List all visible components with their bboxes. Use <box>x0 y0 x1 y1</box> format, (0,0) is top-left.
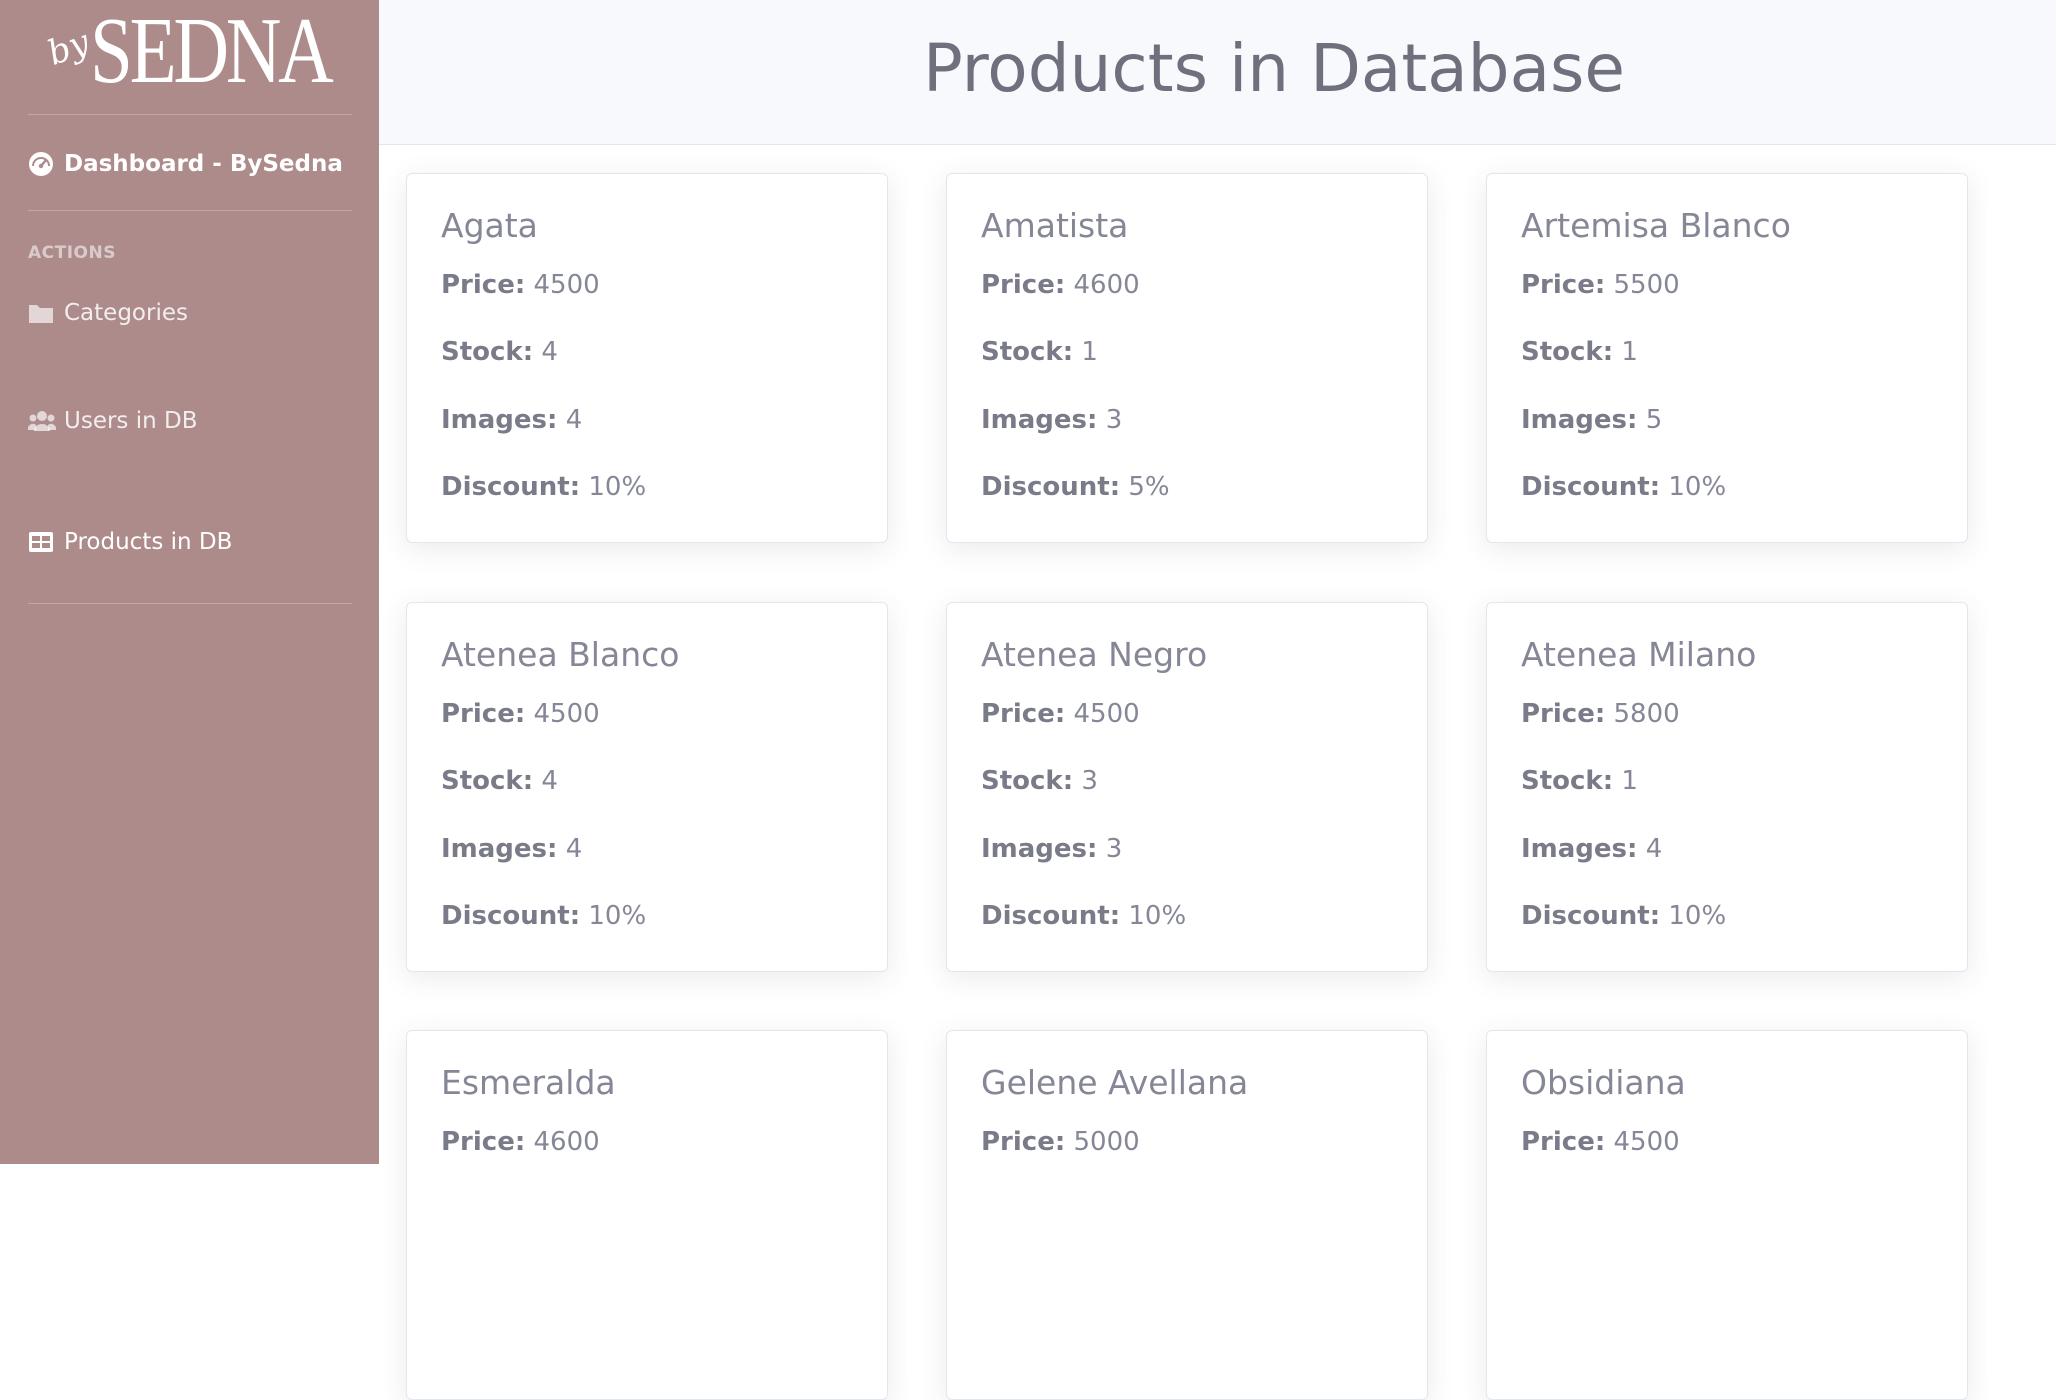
product-images: Images: 3 <box>981 405 1123 435</box>
sidebar: by SEDNA Dashboard - BySedna ACTIONS Cat… <box>0 0 379 1164</box>
product-card[interactable]: Atenea Milano Price: 5800 Stock: 1 Image… <box>1486 602 1968 972</box>
product-price: Price: 5500 <box>1521 270 1680 300</box>
product-card[interactable]: Atenea Blanco Price: 4500 Stock: 4 Image… <box>406 602 888 972</box>
product-name: Amatista <box>981 206 1129 245</box>
product-name: Atenea Milano <box>1521 635 1757 674</box>
product-price: Price: 5000 <box>981 1127 1140 1157</box>
product-card[interactable]: Amatista Price: 4600 Stock: 1 Images: 3 … <box>946 173 1428 543</box>
sidebar-item-label: Products in DB <box>64 529 233 555</box>
product-stock: Stock: 3 <box>981 766 1098 796</box>
product-card[interactable]: Artemisa Blanco Price: 5500 Stock: 1 Ima… <box>1486 173 1968 543</box>
product-name: Atenea Negro <box>981 635 1208 674</box>
sidebar-divider <box>28 603 352 604</box>
sidebar-item-label: Dashboard - BySedna <box>64 151 343 177</box>
product-price: Price: 4500 <box>981 699 1140 729</box>
sidebar-section-heading: ACTIONS <box>28 243 116 263</box>
product-price: Price: 4500 <box>441 270 600 300</box>
brand-prefix: by <box>42 22 95 74</box>
users-icon <box>28 407 56 435</box>
product-images: Images: 3 <box>981 834 1123 864</box>
sidebar-item-dashboard[interactable]: Dashboard - BySedna <box>28 144 343 184</box>
product-stock: Stock: 1 <box>981 337 1098 367</box>
product-discount: Discount: 10% <box>441 901 647 931</box>
product-price: Price: 4600 <box>441 1127 600 1157</box>
page-title: Products in Database <box>922 30 1626 107</box>
product-price: Price: 4500 <box>1521 1127 1680 1157</box>
product-discount: Discount: 5% <box>981 472 1170 502</box>
folder-icon <box>28 299 56 327</box>
product-card[interactable]: Gelene Avellana Price: 5000 <box>946 1030 1428 1400</box>
product-stock: Stock: 1 <box>1521 337 1638 367</box>
product-price: Price: 4500 <box>441 699 600 729</box>
product-discount: Discount: 10% <box>1521 472 1727 502</box>
product-discount: Discount: 10% <box>1521 901 1727 931</box>
sidebar-item-products[interactable]: Products in DB <box>28 522 232 562</box>
sidebar-item-categories[interactable]: Categories <box>28 293 188 333</box>
product-price: Price: 5800 <box>1521 699 1680 729</box>
sidebar-divider <box>28 114 352 115</box>
product-price: Price: 4600 <box>981 270 1140 300</box>
product-name: Gelene Avellana <box>981 1063 1249 1102</box>
brand-name: SEDNA <box>90 0 334 103</box>
top-bar: Products in Database <box>379 0 2056 145</box>
sidebar-divider <box>28 210 352 211</box>
product-images: Images: 4 <box>441 405 583 435</box>
product-card[interactable]: Atenea Negro Price: 4500 Stock: 3 Images… <box>946 602 1428 972</box>
product-images: Images: 4 <box>1521 834 1663 864</box>
sidebar-item-users[interactable]: Users in DB <box>28 401 198 441</box>
sidebar-item-label: Users in DB <box>64 408 198 434</box>
product-discount: Discount: 10% <box>981 901 1187 931</box>
product-stock: Stock: 4 <box>441 766 558 796</box>
product-stock: Stock: 1 <box>1521 766 1638 796</box>
brand-logo[interactable]: by SEDNA <box>0 0 379 114</box>
table-icon <box>28 528 56 556</box>
gauge-icon <box>28 150 56 178</box>
product-name: Agata <box>441 206 538 245</box>
sidebar-item-label: Categories <box>64 300 188 326</box>
product-discount: Discount: 10% <box>441 472 647 502</box>
product-images: Images: 5 <box>1521 405 1663 435</box>
product-card[interactable]: Agata Price: 4500 Stock: 4 Images: 4 Dis… <box>406 173 888 543</box>
product-images: Images: 4 <box>441 834 583 864</box>
product-stock: Stock: 4 <box>441 337 558 367</box>
product-name: Obsidiana <box>1521 1063 1686 1102</box>
product-card[interactable]: Obsidiana Price: 4500 <box>1486 1030 1968 1400</box>
product-name: Atenea Blanco <box>441 635 680 674</box>
product-card[interactable]: Esmeralda Price: 4600 <box>406 1030 888 1400</box>
product-name: Artemisa Blanco <box>1521 206 1791 245</box>
product-name: Esmeralda <box>441 1063 616 1102</box>
